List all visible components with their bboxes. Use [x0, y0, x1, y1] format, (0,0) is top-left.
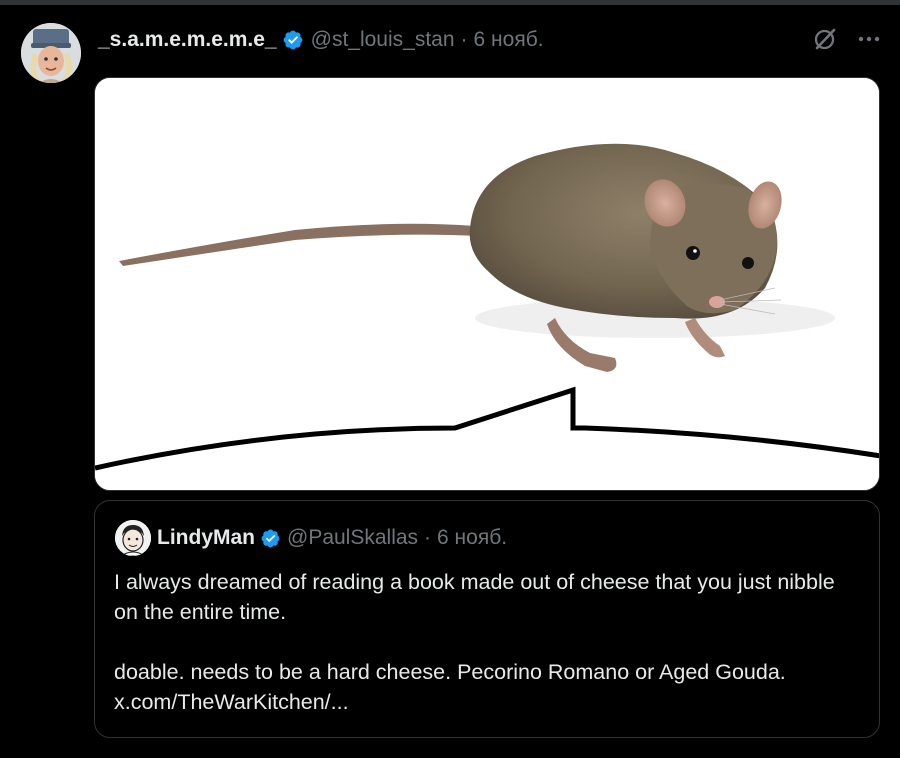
avatar-image — [21, 23, 81, 83]
tweet-actions — [812, 26, 880, 52]
tweet-media[interactable] — [94, 77, 880, 491]
quoted-tweet[interactable]: LindyMan @PaulSkallas · 6 нояб. I always… — [94, 500, 880, 738]
tweet-date[interactable]: 6 нояб. — [474, 28, 544, 52]
verified-badge-icon[interactable] — [260, 528, 281, 549]
quoted-author-name[interactable]: LindyMan — [157, 526, 255, 550]
author-name[interactable]: _s.a.m.e.m.e.m.e_ — [98, 28, 277, 52]
author-avatar[interactable] — [21, 23, 81, 83]
top-divider — [0, 0, 900, 5]
quoted-avatar-image — [115, 520, 151, 556]
tweet-header: _s.a.m.e.m.e.m.e_ @st_louis_stan · 6 ноя… — [98, 25, 544, 55]
quoted-text-paragraph-2: doable. needs to be a hard cheese. Pecor… — [114, 660, 786, 714]
quoted-author-avatar[interactable] — [115, 520, 151, 556]
separator-dot: · — [460, 28, 468, 51]
mouse-photo — [95, 78, 879, 490]
quoted-tweet-header: LindyMan @PaulSkallas · 6 нояб. — [157, 523, 507, 553]
quoted-tweet-date[interactable]: 6 нояб. — [437, 526, 507, 550]
quoted-tweet-text: I always dreamed of reading a book made … — [114, 567, 854, 717]
more-options-icon[interactable] — [858, 34, 880, 44]
quoted-text-paragraph-1: I always dreamed of reading a book made … — [114, 570, 835, 624]
separator-dot: · — [424, 526, 432, 549]
quoted-author-handle[interactable]: @PaulSkallas — [287, 526, 418, 550]
verified-badge-icon[interactable] — [282, 29, 304, 51]
author-handle[interactable]: @st_louis_stan — [311, 28, 455, 52]
grok-icon[interactable] — [812, 26, 838, 52]
